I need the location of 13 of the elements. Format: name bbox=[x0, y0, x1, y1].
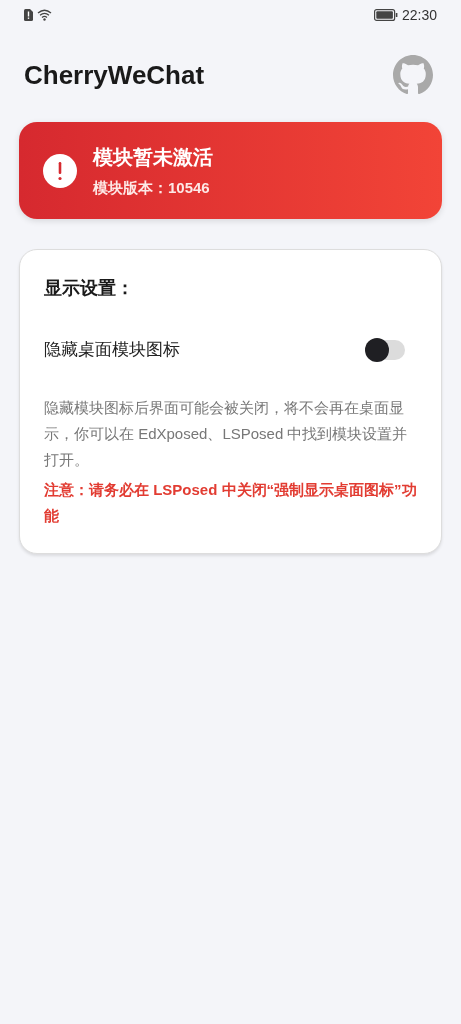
section-title: 显示设置： bbox=[44, 277, 135, 300]
app-title: CherryWeChat bbox=[24, 59, 205, 91]
status-title: 模块暂未激活 bbox=[93, 144, 213, 170]
battery-icon bbox=[373, 9, 398, 21]
setting-label: 隐藏桌面模块图标 bbox=[44, 339, 180, 361]
status-time: 22:30 bbox=[401, 7, 437, 23]
description-text: 隐藏模块图标后界面可能会被关闭，将不会再在桌面显示，你可以在 EdXposed、LSPosed 中找到模块设置并打开。 bbox=[44, 398, 409, 470]
toggle-switch[interactable] bbox=[367, 339, 405, 360]
sim-alert-icon bbox=[24, 9, 33, 21]
wifi-icon bbox=[37, 9, 52, 21]
alert-icon bbox=[43, 153, 77, 188]
module-version: 模块版本：10546 bbox=[93, 178, 211, 198]
warning-text: 注意：请务必在 LSPosed 中关闭“强制显示桌面图标”功能 bbox=[44, 480, 418, 526]
